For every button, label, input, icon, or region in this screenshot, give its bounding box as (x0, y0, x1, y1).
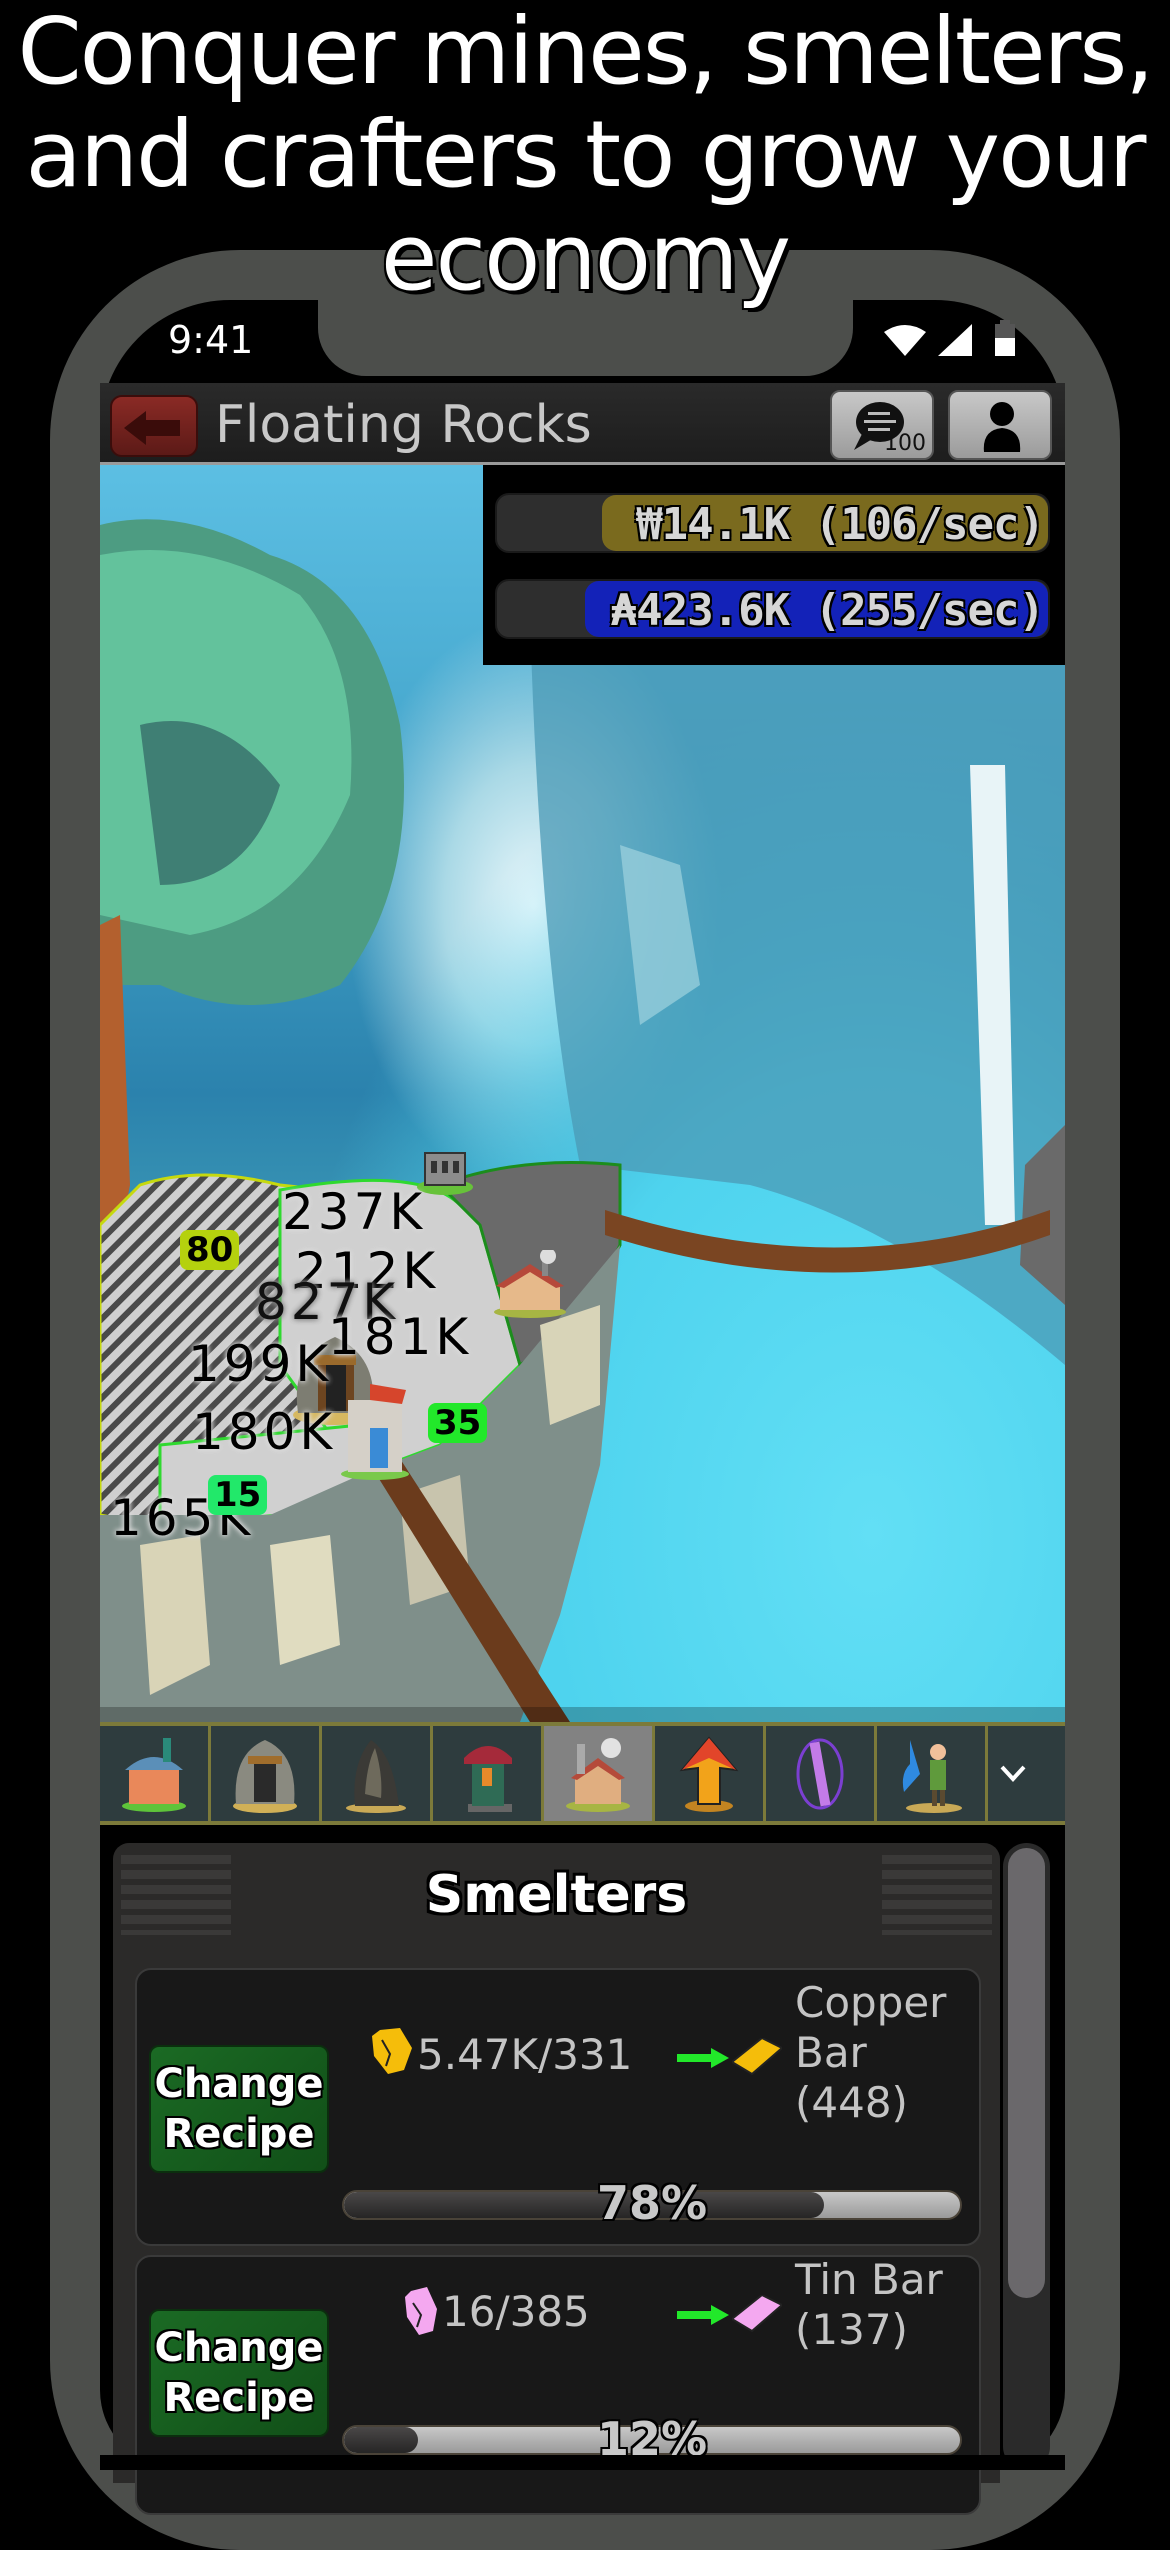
troop-badge[interactable]: 15 (208, 1475, 268, 1515)
troop-badge[interactable]: 80 (180, 1230, 240, 1270)
status-time: 9:41 (168, 318, 254, 362)
copper-ore-icon (372, 2028, 412, 2074)
game-map[interactable]: 237K 212K 827K 181K 199K 180K 165K 80 35… (100, 465, 1065, 1722)
toolbar-item-magic[interactable] (766, 1726, 877, 1821)
toolbar-item-upgrade[interactable] (655, 1726, 766, 1821)
recipe-card: Change Recipe 5.47K/331 Copper Bar (448)… (135, 1968, 981, 2246)
smelters-panel: Smelters Change Recipe 5.47K/331 Copper … (113, 1843, 1000, 2515)
blue-resource-text: ₳423.6K (255/sec) (610, 585, 1045, 636)
toolbar-item-smelter[interactable] (544, 1726, 655, 1821)
recipe-card: Change Recipe 16/385 Tin Bar (137) 12% (135, 2255, 981, 2515)
change-recipe-button[interactable]: Change Recipe (149, 2045, 329, 2173)
magic-wand-icon (796, 1738, 844, 1809)
back-arrow-icon (124, 411, 180, 445)
territory-label[interactable]: 181K (328, 1308, 472, 1366)
mine-icon (233, 1739, 297, 1813)
output-line: (448) (795, 2078, 908, 2127)
panel-scrollbar[interactable] (1003, 1843, 1050, 2470)
smelter-icon[interactable] (490, 1250, 570, 1320)
output-name: Tin Bar (137) (795, 2255, 943, 2355)
crafter-icon (464, 1745, 512, 1812)
output-line: (137) (795, 2305, 908, 2354)
panel-title: Smelters (425, 1865, 688, 1925)
phone-notch (318, 300, 853, 376)
input-amount: 16/385 (442, 2287, 590, 2336)
blue-resource-bar: ₳423.6K (255/sec) (495, 579, 1050, 639)
output-line: Copper (795, 1978, 947, 2027)
app-header: Floating Rocks 100 (100, 383, 1065, 465)
headline-line: Conquer mines, smelters, (17, 0, 1154, 105)
toolbar-item-hero[interactable] (877, 1726, 988, 1821)
change-recipe-button[interactable]: Change Recipe (149, 2309, 329, 2437)
gold-resource-bar: ₩14.1K (106/sec) (495, 493, 1050, 553)
territory-label[interactable]: 180K (192, 1403, 336, 1461)
toolbar-item-rock[interactable] (322, 1726, 433, 1821)
chat-count-badge: 100 (884, 431, 926, 456)
profile-button[interactable] (948, 390, 1052, 460)
output-line: Bar (795, 2028, 867, 2077)
chat-button[interactable]: 100 (830, 390, 934, 460)
toolbar-item-house[interactable] (100, 1726, 211, 1821)
rock-icon (346, 1739, 406, 1813)
house-icon (122, 1737, 186, 1812)
battery-icon (995, 320, 1015, 356)
hero-flag-icon (902, 1739, 962, 1813)
upgrade-arrow-icon (679, 1735, 739, 1812)
scrollbar-thumb[interactable] (1008, 1848, 1045, 2298)
troop-badge[interactable]: 35 (428, 1403, 488, 1443)
screen-bottom-edge (100, 2455, 1065, 2470)
smelter-icon (566, 1737, 630, 1812)
page-title: Floating Rocks (215, 395, 592, 455)
chevron-down-icon (1000, 1765, 1026, 1782)
wifi-icon (884, 325, 926, 356)
toolbar-item-mine[interactable] (211, 1726, 322, 1821)
resource-panel: ₩14.1K (106/sec) ₳423.6K (255/sec) (483, 465, 1065, 665)
arrow-right-icon (677, 2048, 729, 2068)
progress-label: 78% (596, 2176, 708, 2230)
gold-resource-text: ₩14.1K (106/sec) (636, 499, 1045, 550)
territory-label[interactable]: 199K (188, 1335, 332, 1393)
territory-label[interactable]: 237K (282, 1183, 426, 1241)
arrow-right-icon (677, 2305, 729, 2325)
toolbar-item-crafter[interactable] (433, 1726, 544, 1821)
house-icon[interactable] (340, 1380, 410, 1480)
headline-line: and crafters to grow your (25, 101, 1146, 208)
signal-icon (938, 324, 972, 356)
toolbar-more-button[interactable] (988, 1726, 1038, 1821)
headline-line: economy (380, 204, 791, 311)
input-amount: 5.47K/331 (417, 2030, 633, 2079)
tin-bar-icon (732, 2295, 782, 2333)
status-icons (880, 320, 1030, 360)
tin-ore-icon (405, 2287, 437, 2335)
output-line: Tin Bar (795, 2255, 943, 2304)
copper-bar-icon (732, 2038, 782, 2076)
user-icon (983, 402, 1021, 452)
building-toolbar (100, 1722, 1065, 1825)
promo-headline: Conquer mines, smelters, and crafters to… (0, 0, 1170, 309)
back-button[interactable] (110, 395, 198, 457)
output-name: Copper Bar (448) (795, 1978, 946, 2128)
